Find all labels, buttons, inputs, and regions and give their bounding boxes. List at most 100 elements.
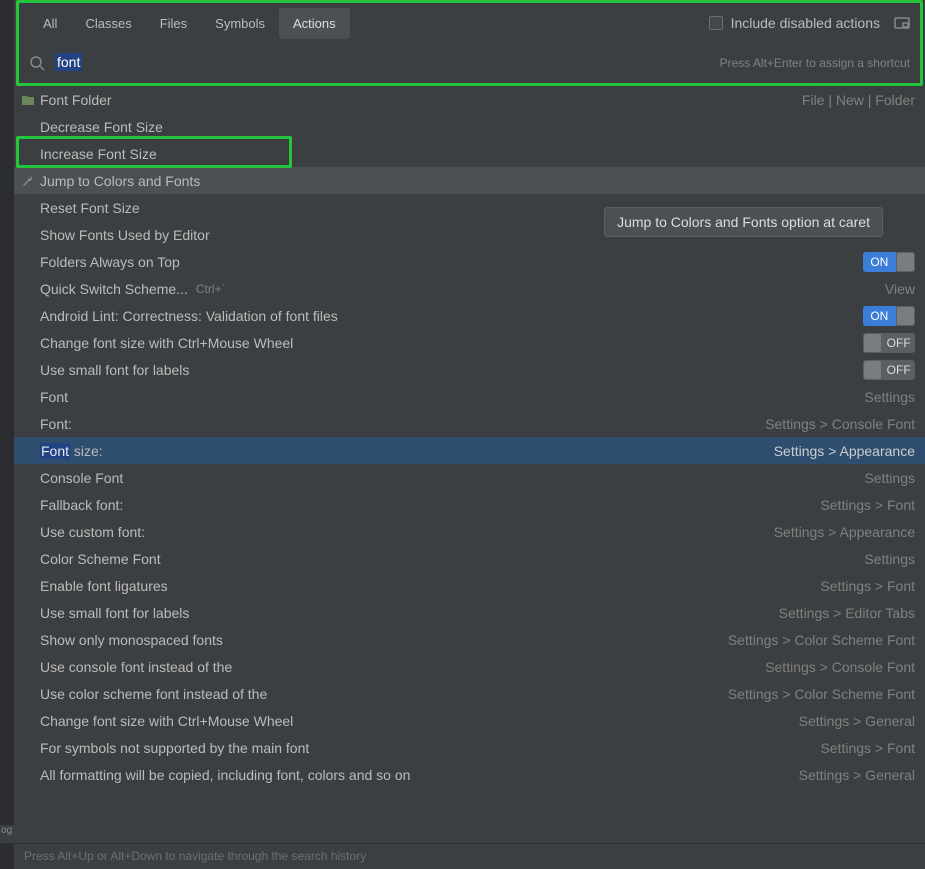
result-label: Use small font for labels <box>40 605 189 621</box>
result-label: Enable font ligatures <box>40 578 168 594</box>
tab-bar: All Classes Files Symbols Actions Includ… <box>19 3 920 43</box>
toggle-knob <box>897 253 914 271</box>
toggle-on[interactable]: ON <box>863 306 915 326</box>
result-context: Settings > General <box>799 713 915 729</box>
result-label: Use small font for labels <box>40 362 189 378</box>
toggle-off[interactable]: OFF <box>863 360 915 380</box>
result-context: Settings > Console Font <box>765 659 915 675</box>
result-label: Android Lint: Correctness: Validation of… <box>40 308 338 324</box>
result-label: Color Scheme Font <box>40 551 161 567</box>
result-context: Settings > Font <box>820 497 915 513</box>
editor-gutter <box>0 0 14 869</box>
result-color-scheme-font[interactable]: Color Scheme Font Settings <box>14 545 925 572</box>
checkbox-icon <box>709 16 723 30</box>
result-label: Use console font instead of the <box>40 659 232 675</box>
result-label: Show Fonts Used by Editor <box>40 227 210 243</box>
result-change-font-wheel[interactable]: Change font size with Ctrl+Mouse Wheel O… <box>14 329 925 356</box>
result-enable-ligatures[interactable]: Enable font ligatures Settings > Font <box>14 572 925 599</box>
toggle-label: ON <box>863 252 896 272</box>
result-shortcut: Ctrl+` <box>196 282 226 296</box>
result-label: Decrease Font Size <box>40 119 163 135</box>
result-scheme-font-instead[interactable]: Use color scheme font instead of the Set… <box>14 680 925 707</box>
search-row: font Press Alt+Enter to assign a shortcu… <box>19 43 920 83</box>
tab-symbols[interactable]: Symbols <box>201 8 279 39</box>
result-label: Change font size with Ctrl+Mouse Wheel <box>40 713 293 729</box>
result-small-font-labels-2[interactable]: Use small font for labels Settings > Edi… <box>14 599 925 626</box>
tab-files[interactable]: Files <box>146 8 201 39</box>
results-list: Font Folder File | New | Folder Decrease… <box>14 86 925 788</box>
result-jump-colors-fonts[interactable]: Jump to Colors and Fonts <box>14 167 925 194</box>
folder-icon <box>20 92 36 108</box>
result-label: Increase Font Size <box>40 146 157 162</box>
result-context: Settings > Console Font <box>765 416 915 432</box>
result-label: Use color scheme font instead of the <box>40 686 267 702</box>
result-context: Settings > Color Scheme Font <box>728 632 915 648</box>
tab-actions[interactable]: Actions <box>279 8 350 39</box>
result-monospaced-fonts[interactable]: Show only monospaced fonts Settings > Co… <box>14 626 925 653</box>
toggle-on[interactable]: ON <box>863 252 915 272</box>
toggle-label: OFF <box>882 360 915 380</box>
shortcut-hint: Press Alt+Enter to assign a shortcut <box>720 56 910 70</box>
result-android-lint-fonts[interactable]: Android Lint: Correctness: Validation of… <box>14 302 925 329</box>
result-small-font-labels[interactable]: Use small font for labels OFF <box>14 356 925 383</box>
search-everywhere-dialog: All Classes Files Symbols Actions Includ… <box>14 0 925 869</box>
result-all-formatting[interactable]: All formatting will be copied, including… <box>14 761 925 788</box>
result-label: Change font size with Ctrl+Mouse Wheel <box>40 335 293 351</box>
result-label: Folders Always on Top <box>40 254 180 270</box>
result-console-font-instead[interactable]: Use console font instead of the Settings… <box>14 653 925 680</box>
result-font-folder[interactable]: Font Folder File | New | Folder <box>14 86 925 113</box>
include-disabled-label: Include disabled actions <box>731 15 880 31</box>
result-context: Settings > General <box>799 767 915 783</box>
result-folders-on-top[interactable]: Folders Always on Top ON <box>14 248 925 275</box>
result-context: Settings > Editor Tabs <box>779 605 915 621</box>
include-disabled-checkbox[interactable]: Include disabled actions <box>709 15 880 31</box>
result-context: Settings > Font <box>820 740 915 756</box>
search-value: font <box>55 53 82 71</box>
result-decrease-font-size[interactable]: Decrease Font Size <box>14 113 925 140</box>
result-context: Settings > Appearance <box>774 524 915 540</box>
result-label: Font size: <box>40 443 103 459</box>
result-console-font[interactable]: Console Font Settings <box>14 464 925 491</box>
result-quick-switch-scheme[interactable]: Quick Switch Scheme... Ctrl+` View <box>14 275 925 302</box>
toggle-label: ON <box>863 306 896 326</box>
result-context: Settings > Font <box>820 578 915 594</box>
result-label: Fallback font: <box>40 497 123 513</box>
toggle-label: OFF <box>882 333 915 353</box>
result-increase-font-size[interactable]: Increase Font Size <box>14 140 925 167</box>
pin-icon[interactable] <box>894 16 910 30</box>
toggle-knob <box>897 307 914 325</box>
result-label: Font <box>40 389 68 405</box>
result-label: All formatting will be copied, including… <box>40 767 410 783</box>
toggle-knob <box>864 361 881 379</box>
result-use-custom-font[interactable]: Use custom font: Settings > Appearance <box>14 518 925 545</box>
result-change-font-wheel-2[interactable]: Change font size with Ctrl+Mouse Wheel S… <box>14 707 925 734</box>
result-fallback-font[interactable]: Fallback font: Settings > Font <box>14 491 925 518</box>
result-font-size[interactable]: Font size: Settings > Appearance <box>14 437 925 464</box>
result-context: Settings > Appearance <box>774 443 915 459</box>
tab-all[interactable]: All <box>29 8 71 39</box>
result-label: Show only monospaced fonts <box>40 632 223 648</box>
toggle-off[interactable]: OFF <box>863 333 915 353</box>
result-label: Use custom font: <box>40 524 145 540</box>
tab-classes[interactable]: Classes <box>71 8 145 39</box>
bottom-gutter-label: og <box>0 825 14 843</box>
result-context: Settings <box>864 389 915 405</box>
result-context: View <box>885 281 915 297</box>
toggle-knob <box>864 334 881 352</box>
search-input[interactable]: font <box>55 54 83 71</box>
search-icon <box>29 55 45 71</box>
wrench-icon <box>20 173 36 189</box>
result-font-console[interactable]: Font: Settings > Console Font <box>14 410 925 437</box>
result-label: Font Folder <box>40 92 112 108</box>
result-label: For symbols not supported by the main fo… <box>40 740 309 756</box>
result-context: Settings <box>864 470 915 486</box>
footer-hint: Press Alt+Up or Alt+Down to navigate thr… <box>14 843 925 869</box>
result-label: Quick Switch Scheme... <box>40 281 188 297</box>
result-context: Settings <box>864 551 915 567</box>
result-context: Settings > Color Scheme Font <box>728 686 915 702</box>
result-context: File | New | Folder <box>802 92 915 108</box>
tooltip: Jump to Colors and Fonts option at caret <box>604 207 883 237</box>
result-symbols-not-supported[interactable]: For symbols not supported by the main fo… <box>14 734 925 761</box>
result-label: Font: <box>40 416 72 432</box>
result-font-settings[interactable]: Font Settings <box>14 383 925 410</box>
